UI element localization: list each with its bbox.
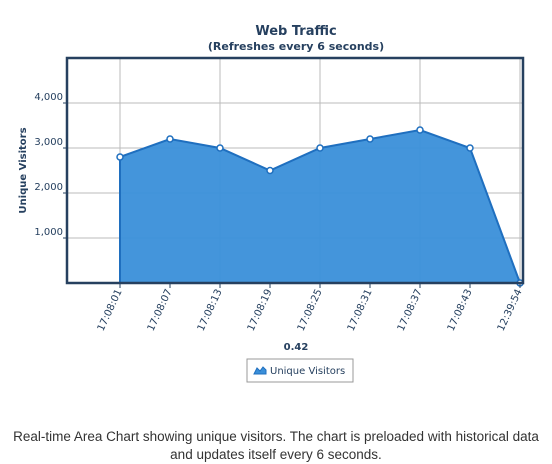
data-point	[266, 166, 274, 175]
y-axis-ticks: 1,000 2,000 3,000 4,000	[34, 92, 67, 239]
x-tick-label: 17:08:37	[396, 288, 425, 333]
data-point	[316, 144, 324, 152]
data-point	[216, 144, 224, 152]
legend[interactable]: Unique Visitors	[246, 358, 354, 383]
x-axis-ticks: 17:08:01 17:08:07 17:08:13 17:08:19 17:08:25…	[96, 283, 525, 333]
data-point	[466, 144, 474, 152]
y-tick-label: 4,000	[34, 92, 63, 103]
data-point	[116, 153, 124, 161]
data-point	[366, 135, 374, 143]
x-tick-label: 17:08:19	[246, 288, 275, 333]
x-tick-label: 17:08:13	[196, 288, 225, 333]
x-tick-label: 17:08:07	[146, 288, 175, 333]
y-axis-label: Unique Visitors	[18, 127, 29, 213]
area-chart: Web Traffic (Refreshes every 6 seconds) …	[18, 24, 525, 383]
series-area	[116, 126, 524, 287]
x-tick-label: 12:39:54	[496, 288, 525, 333]
chart-title: Web Traffic	[255, 24, 336, 39]
y-tick-label: 1,000	[34, 227, 63, 238]
x-tick-label: 17:08:01	[96, 288, 125, 333]
x-tick-label: 17:08:43	[446, 288, 475, 333]
chart-subtitle: (Refreshes every 6 seconds)	[208, 40, 384, 53]
x-axis-label: 0.42	[284, 342, 309, 353]
series-area-fill	[120, 130, 520, 283]
legend-item-label[interactable]: Unique Visitors	[270, 366, 345, 377]
x-tick-label: 17:08:31	[346, 288, 375, 333]
y-tick-label: 3,000	[34, 137, 63, 148]
data-point	[416, 126, 424, 134]
x-tick-label: 17:08:25	[296, 288, 325, 333]
data-point	[166, 135, 174, 143]
y-tick-label: 2,000	[34, 182, 63, 193]
